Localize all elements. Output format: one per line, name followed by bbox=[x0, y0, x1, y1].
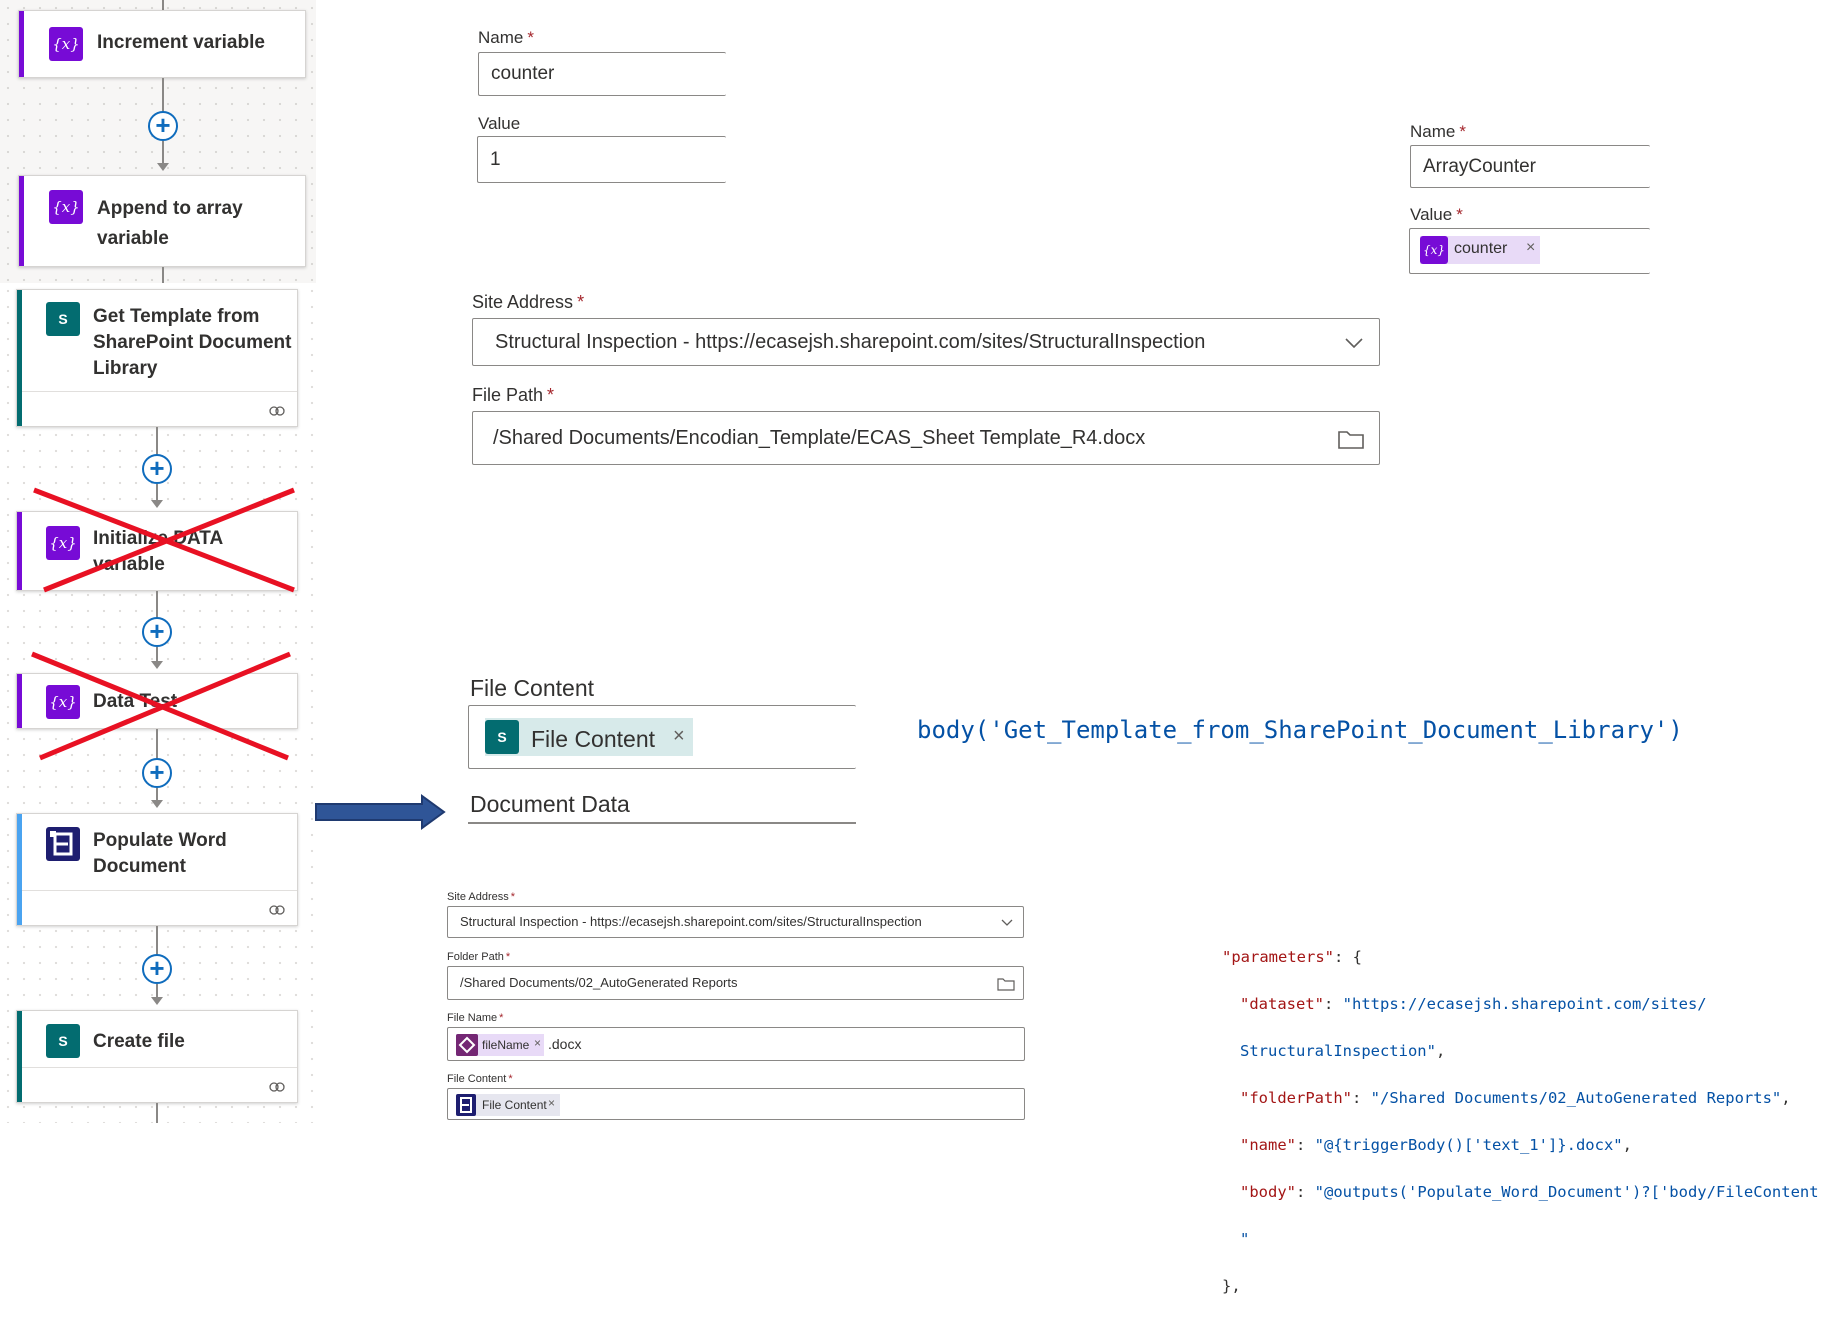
card-footer bbox=[22, 1067, 297, 1102]
file-path-field[interactable]: /Shared Documents/Encodian_Template/ECAS… bbox=[472, 411, 1380, 465]
connector-line bbox=[156, 926, 158, 956]
encodian-icon bbox=[456, 1094, 476, 1116]
create-folder-path-label: Folder Path * bbox=[447, 951, 511, 963]
increment-value-label: Value bbox=[478, 114, 521, 133]
sharepoint-icon: S bbox=[46, 302, 80, 336]
create-site-address-dropdown[interactable]: Structural Inspection - https://ecasejsh… bbox=[447, 906, 1024, 938]
chevron-down-icon[interactable] bbox=[1001, 919, 1013, 926]
code-line: "parameters": { bbox=[1222, 947, 1362, 966]
step-title: Increment variable bbox=[97, 32, 265, 53]
chevron-down-icon[interactable] bbox=[1345, 338, 1363, 348]
folder-icon[interactable] bbox=[997, 977, 1015, 991]
token-remove-icon[interactable]: × bbox=[673, 725, 685, 748]
token-label: fileName bbox=[482, 1038, 530, 1052]
increment-name-label: Name * bbox=[478, 28, 534, 47]
code-line: }, bbox=[1222, 1276, 1241, 1295]
counter-token[interactable]: {x} counter × bbox=[1420, 236, 1540, 264]
link-icon[interactable] bbox=[269, 1081, 285, 1093]
step-title: Create file bbox=[93, 1031, 185, 1052]
file-name-suffix: .docx bbox=[548, 1036, 582, 1052]
token-remove-icon[interactable]: × bbox=[548, 1096, 555, 1110]
flow-step-populate-word-document[interactable]: Populate Word Document bbox=[16, 813, 298, 926]
link-icon[interactable] bbox=[269, 904, 285, 916]
increment-name-field[interactable]: counter bbox=[478, 52, 726, 96]
add-step-button[interactable]: + bbox=[142, 954, 172, 984]
document-data-label: Document Data bbox=[470, 791, 630, 817]
token-remove-icon[interactable]: × bbox=[1526, 239, 1535, 257]
add-step-button[interactable]: + bbox=[142, 617, 172, 647]
connector-arrow bbox=[157, 163, 169, 171]
add-step-button[interactable]: + bbox=[142, 758, 172, 788]
site-address-dropdown[interactable]: Structural Inspection - https://ecasejsh… bbox=[472, 318, 1380, 366]
filename-token[interactable]: fileName × bbox=[456, 1034, 544, 1056]
append-value-field[interactable]: {x} counter × bbox=[1409, 228, 1650, 274]
token-label: File Content bbox=[482, 1098, 547, 1112]
code-line: StructuralInspection", bbox=[1240, 1041, 1446, 1060]
code-line: "folderPath": "/Shared Documents/02_Auto… bbox=[1240, 1088, 1791, 1107]
variable-icon: {x} bbox=[49, 27, 83, 61]
connector-line bbox=[162, 267, 164, 283]
file-content-expression: body('Get_Template_from_SharePoint_Docum… bbox=[917, 716, 1683, 744]
code-line: "dataset": "https://ecasejsh.sharepoint.… bbox=[1240, 994, 1707, 1013]
document-data-field-border bbox=[468, 822, 856, 824]
connector-arrow bbox=[151, 997, 163, 1005]
create-file-name-field[interactable]: fileName × .docx bbox=[447, 1027, 1025, 1061]
link-icon[interactable] bbox=[269, 405, 285, 417]
step-title: Get Template from SharePoint Document Li… bbox=[93, 306, 292, 379]
code-line: "body": "@outputs('Populate_Word_Documen… bbox=[1240, 1182, 1821, 1201]
encodian-icon bbox=[46, 827, 80, 861]
token-remove-icon[interactable]: × bbox=[534, 1036, 541, 1050]
card-footer bbox=[22, 890, 297, 925]
connector-line bbox=[156, 1103, 158, 1123]
code-line: " bbox=[1240, 1229, 1250, 1248]
create-file-content-field[interactable]: File Content × bbox=[447, 1088, 1025, 1120]
add-step-button[interactable]: + bbox=[142, 454, 172, 484]
step-title: Populate Word Document bbox=[93, 830, 227, 877]
folder-icon[interactable] bbox=[1337, 428, 1365, 450]
card-accent bbox=[17, 674, 22, 728]
flow-step-create-file[interactable]: S Create file bbox=[16, 1010, 298, 1103]
file-content-field[interactable]: S File Content × bbox=[468, 705, 856, 769]
file-content-label: File Content bbox=[470, 675, 595, 701]
create-folder-path-field[interactable]: /Shared Documents/02_AutoGenerated Repor… bbox=[447, 966, 1024, 1000]
step-title: Append to array variable bbox=[97, 198, 243, 249]
trigger-icon bbox=[456, 1034, 478, 1056]
flow-step-append-to-array-variable[interactable]: {x} Append to array variable bbox=[18, 175, 306, 267]
populate-file-content-token[interactable]: File Content × bbox=[456, 1094, 560, 1116]
create-site-address-label: Site Address * bbox=[447, 891, 516, 903]
create-file-name-label: File Name * bbox=[447, 1012, 504, 1024]
token-label: File Content bbox=[531, 726, 656, 752]
sharepoint-icon: S bbox=[46, 1024, 80, 1058]
variable-icon: {x} bbox=[1420, 236, 1448, 264]
site-address-label: Site Address * bbox=[472, 292, 585, 312]
file-content-token[interactable]: S File Content × bbox=[485, 718, 693, 756]
add-step-button[interactable]: + bbox=[148, 111, 178, 141]
token-label: counter bbox=[1454, 240, 1508, 257]
card-footer bbox=[22, 391, 297, 426]
cross-out-mark bbox=[33, 487, 295, 593]
code-line: "name": "@{triggerBody()['text_1']}.docx… bbox=[1240, 1135, 1632, 1154]
increment-value-field[interactable]: 1 bbox=[477, 136, 726, 183]
file-path-label: File Path * bbox=[472, 385, 555, 405]
json-code-block: "parameters": { "dataset": "https://ecas… bbox=[1222, 922, 1821, 1322]
create-file-content-label: File Content * bbox=[447, 1073, 513, 1085]
append-value-label: Value * bbox=[1410, 205, 1463, 224]
connector-line bbox=[162, 0, 164, 10]
card-accent bbox=[19, 176, 24, 266]
variable-icon: {x} bbox=[49, 190, 83, 224]
card-accent bbox=[19, 11, 24, 77]
flow-step-get-template[interactable]: S Get Template from SharePoint Document … bbox=[16, 289, 298, 427]
cross-out-mark bbox=[31, 651, 291, 761]
connector-arrow bbox=[151, 800, 163, 808]
card-accent bbox=[17, 512, 22, 590]
flow-step-increment-variable[interactable]: {x} Increment variable bbox=[18, 10, 306, 78]
append-name-label: Name * bbox=[1410, 122, 1466, 141]
pointer-arrow bbox=[315, 794, 446, 830]
sharepoint-icon: S bbox=[485, 720, 519, 754]
append-name-field[interactable]: ArrayCounter bbox=[1410, 145, 1650, 188]
